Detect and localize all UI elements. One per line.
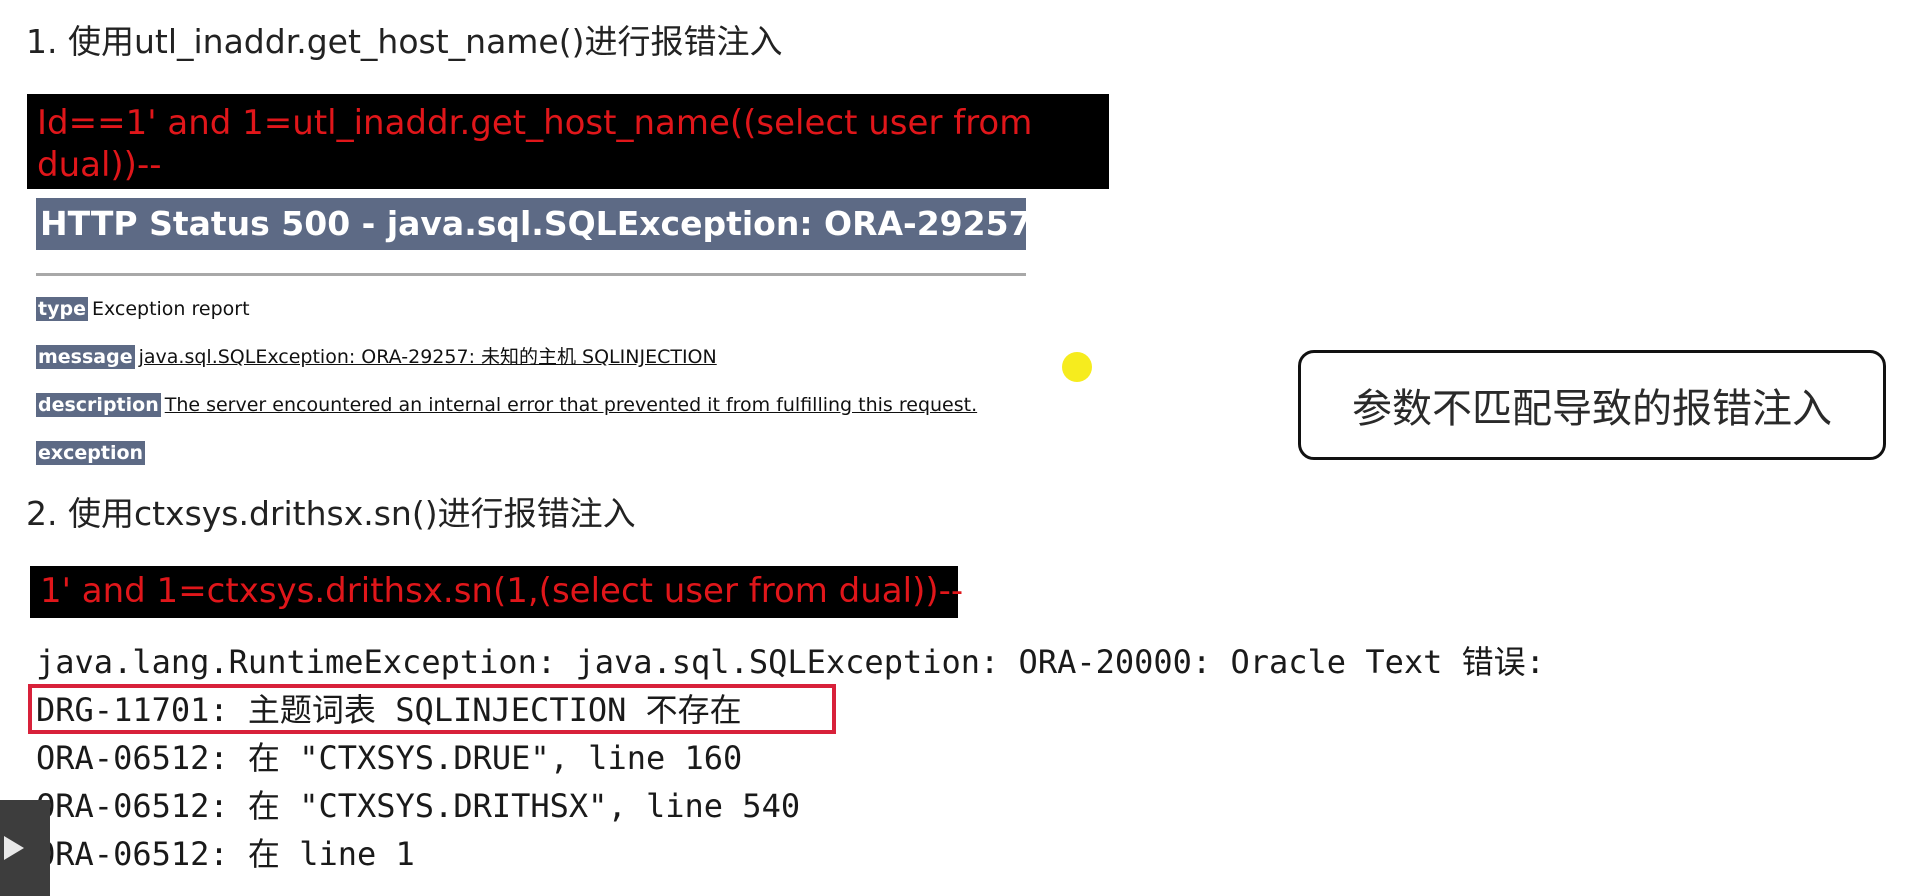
message-tag: message <box>36 345 135 369</box>
row-message: message java.sql.SQLException: ORA-29257:… <box>36 343 717 371</box>
description-tag: description <box>36 393 161 417</box>
callout-text: 参数不匹配导致的报错注入 <box>1352 386 1832 432</box>
play-icon <box>4 836 24 860</box>
output-line-5: ORA-06512: 在 line 1 <box>36 835 415 873</box>
divider <box>36 273 1026 276</box>
type-tag: type <box>36 297 88 321</box>
output-line-2: DRG-11701: 主题词表 SQLINJECTION 不存在 <box>36 691 742 729</box>
callout-box: 参数不匹配导致的报错注入 <box>1298 350 1886 460</box>
output-line-1: java.lang.RuntimeException: java.sql.SQL… <box>36 643 1545 681</box>
section2-heading: 2. 使用ctxsys.drithsx.sn()进行报错注入 <box>26 494 636 533</box>
description-text: The server encountered an internal error… <box>164 394 978 416</box>
section2-payload-text: 1' and 1=ctxsys.drithsx.sn(1,(select use… <box>40 571 964 611</box>
message-text: java.sql.SQLException: ORA-29257: 未知的主机 … <box>138 346 717 368</box>
row-description: description The server encountered an int… <box>36 391 977 419</box>
section2-payload-box: 1' and 1=ctxsys.drithsx.sn(1,(select use… <box>30 566 963 618</box>
cursor-highlight-dot <box>1062 352 1092 382</box>
section1-heading: 1. 使用utl_inaddr.get_host_name()进行报错注入 <box>26 22 783 61</box>
row-exception: exception <box>36 439 149 467</box>
output-line-3: ORA-06512: 在 "CTXSYS.DRUE", line 160 <box>36 739 743 777</box>
exception-tag: exception <box>36 441 146 465</box>
play-button[interactable] <box>0 800 50 896</box>
http-status-title: HTTP Status 500 - java.sql.SQLException:… <box>36 198 1026 250</box>
row-type: type Exception report <box>36 295 250 323</box>
type-text: Exception report <box>91 298 250 320</box>
section1-payload-text: Id==1' and 1=utl_inaddr.get_host_name((s… <box>37 103 1033 185</box>
section1-payload-box: Id==1' and 1=utl_inaddr.get_host_name((s… <box>27 94 1109 189</box>
output-line-4: ORA-06512: 在 "CTXSYS.DRITHSX", line 540 <box>36 787 801 825</box>
